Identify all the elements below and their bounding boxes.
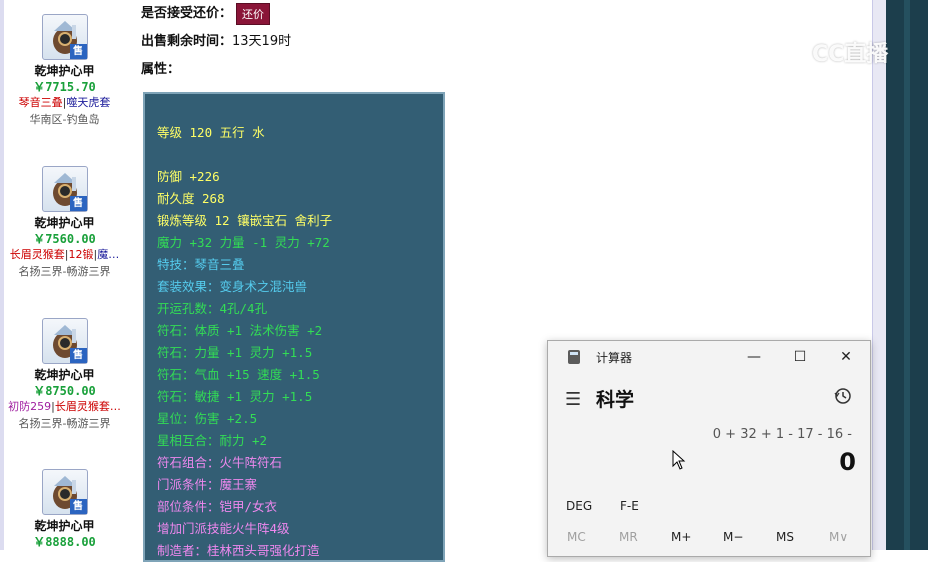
item-server: 名扬三界-畅游三界 <box>18 265 111 278</box>
item-name[interactable]: 乾坤护心甲 <box>4 215 125 231</box>
memory-clear-button[interactable]: MC <box>567 530 586 544</box>
memory-add-button[interactable]: M+ <box>671 530 691 544</box>
sale-badge: 售 <box>69 499 87 514</box>
attributes-label: 属性： <box>141 62 181 77</box>
listing-sidebar: 售 乾坤护心甲 ￥7715.70 琴音三叠|噬天虎套 华南区-钓鱼岛 售 乾坤护… <box>0 0 127 550</box>
attribute-line: 符石：敏捷 +1 灵力 +1.5 <box>157 389 313 404</box>
item-price: ￥7715.70 <box>33 80 96 94</box>
attribute-line: 星相互合：耐力 +2 <box>157 433 268 448</box>
stream-watermark: CC直播 <box>776 30 906 70</box>
memory-subtract-button[interactable]: M− <box>723 530 743 544</box>
attribute-line: 防御 +226 <box>157 169 220 184</box>
item-tag: 长眉灵猴套 <box>9 248 65 261</box>
attributes-row: 属性： <box>141 58 180 77</box>
time-left-row: 出售剩余时间：13天19时 <box>141 30 291 49</box>
attribute-line: 增加门派技能火牛阵4级 <box>157 521 290 536</box>
attribute-line: 门派条件：魔王寨 <box>157 477 258 492</box>
maximize-button[interactable]: ☐ <box>780 345 820 369</box>
counter-offer-label: 是否接受还价： <box>141 6 233 21</box>
attribute-line: 制造者：桂林西头哥强化打造 <box>157 543 320 558</box>
counter-offer-button[interactable]: 还价 <box>236 2 271 25</box>
attribute-line: 套装效果：变身术之混沌兽 <box>157 279 308 294</box>
deg-button[interactable]: DEG <box>566 499 592 513</box>
listing-item[interactable]: 售 乾坤护心甲 ￥8750.00 初防259|长眉灵猴套… 名扬三界-畅游三界 <box>4 318 125 432</box>
listing-item[interactable]: 售 乾坤护心甲 ￥7715.70 琴音三叠|噬天虎套 华南区-钓鱼岛 <box>4 14 125 128</box>
attribute-line: 符石：气血 +15 速度 +1.5 <box>157 367 320 382</box>
time-left-value: 13天19时 <box>232 34 292 49</box>
sale-badge: 售 <box>69 348 87 363</box>
listing-item[interactable]: 售 乾坤护心甲 ￥8888.00 <box>4 469 125 550</box>
fe-button[interactable]: F-E <box>620 499 639 513</box>
attribute-line <box>157 144 443 166</box>
item-tag: 琴音三叠 <box>18 96 63 109</box>
item-tag: 初防259 <box>8 400 52 413</box>
attributes-box: 等级 120 五行 水 防御 +226 耐久度 268 锻炼等级 12 镶嵌宝石… <box>143 92 445 562</box>
background-strip <box>886 0 928 550</box>
hamburger-menu-icon[interactable]: ☰ <box>565 389 581 410</box>
calculator-mode: 科学 <box>596 389 635 411</box>
item-price: ￥8888.00 <box>33 535 96 549</box>
attribute-line: 开运孔数：4孔/4孔 <box>157 301 268 316</box>
attribute-line: 部位条件：铠甲/女衣 <box>157 499 278 514</box>
watermark-logo-icon <box>777 33 809 65</box>
watermark-text: CC直播 <box>812 42 889 67</box>
calculator-expression: 0 + 32 + 1 - 17 - 16 - <box>712 427 852 442</box>
item-price: ￥8750.00 <box>33 384 96 398</box>
item-tags: 初防259|长眉灵猴套… <box>4 399 125 414</box>
memory-list-button[interactable]: M∨ <box>829 530 848 544</box>
calculator-title: 计算器 <box>596 351 633 365</box>
calculator-app-icon <box>568 350 580 364</box>
background-stripe <box>904 0 910 550</box>
attribute-line: 魔力 +32 力量 -1 灵力 +72 <box>157 235 330 250</box>
item-name[interactable]: 乾坤护心甲 <box>4 518 125 534</box>
armor-item-icon[interactable]: 售 <box>41 14 88 60</box>
item-name[interactable]: 乾坤护心甲 <box>4 367 125 383</box>
attribute-line: 符石：力量 +1 灵力 +1.5 <box>157 345 313 360</box>
item-tag: 魔… <box>97 248 120 261</box>
item-name[interactable]: 乾坤护心甲 <box>4 63 125 79</box>
attribute-line: 符石：体质 +1 法术伤害 +2 <box>157 323 323 338</box>
calculator-result: 0 <box>839 448 856 476</box>
sale-badge: 售 <box>69 44 87 59</box>
item-server: 华南区-钓鱼岛 <box>29 113 100 126</box>
attribute-line: 符石组合：火牛阵符石 <box>157 455 283 470</box>
attribute-line: 锻炼等级 12 镶嵌宝石 舍利子 <box>157 213 333 228</box>
item-tag: 噬天虎套 <box>66 96 111 109</box>
item-tags: 琴音三叠|噬天虎套 <box>4 95 125 110</box>
time-left-label: 出售剩余时间： <box>141 34 233 49</box>
item-tag: 12锻 <box>68 248 94 261</box>
history-icon[interactable] <box>834 387 852 405</box>
attribute-line: 等级 120 五行 水 <box>157 125 265 140</box>
memory-store-button[interactable]: MS <box>776 530 794 544</box>
page-right-border <box>872 0 887 550</box>
memory-recall-button[interactable]: MR <box>619 530 638 544</box>
listing-item[interactable]: 售 乾坤护心甲 ￥7560.00 长眉灵猴套|12锻|魔… 名扬三界-畅游三界 <box>4 166 125 280</box>
minimize-button[interactable]: — <box>734 345 774 369</box>
attribute-line: 星位：伤害 +2.5 <box>157 411 258 426</box>
calculator-window[interactable]: 计算器 — ☐ ✕ ☰ 科学 0 + 32 + 1 - 17 - 16 - 0 … <box>547 340 871 557</box>
item-tag: 长眉灵猴套… <box>54 400 121 413</box>
mouse-cursor-icon <box>672 450 686 470</box>
calculator-titlebar[interactable]: 计算器 — ☐ ✕ <box>548 341 870 373</box>
attribute-line: 特技：琴音三叠 <box>157 257 245 272</box>
item-price: ￥7560.00 <box>33 232 96 246</box>
counter-offer-row: 是否接受还价： 还价 <box>141 2 271 25</box>
armor-item-icon[interactable]: 售 <box>41 318 88 364</box>
item-tags: 长眉灵猴套|12锻|魔… <box>4 247 125 262</box>
attribute-line: 耐久度 268 <box>157 191 225 206</box>
sale-badge: 售 <box>69 196 87 211</box>
item-server: 名扬三界-畅游三界 <box>18 417 111 430</box>
armor-item-icon[interactable]: 售 <box>41 166 88 212</box>
armor-item-icon[interactable]: 售 <box>41 469 88 515</box>
close-button[interactable]: ✕ <box>826 345 866 369</box>
